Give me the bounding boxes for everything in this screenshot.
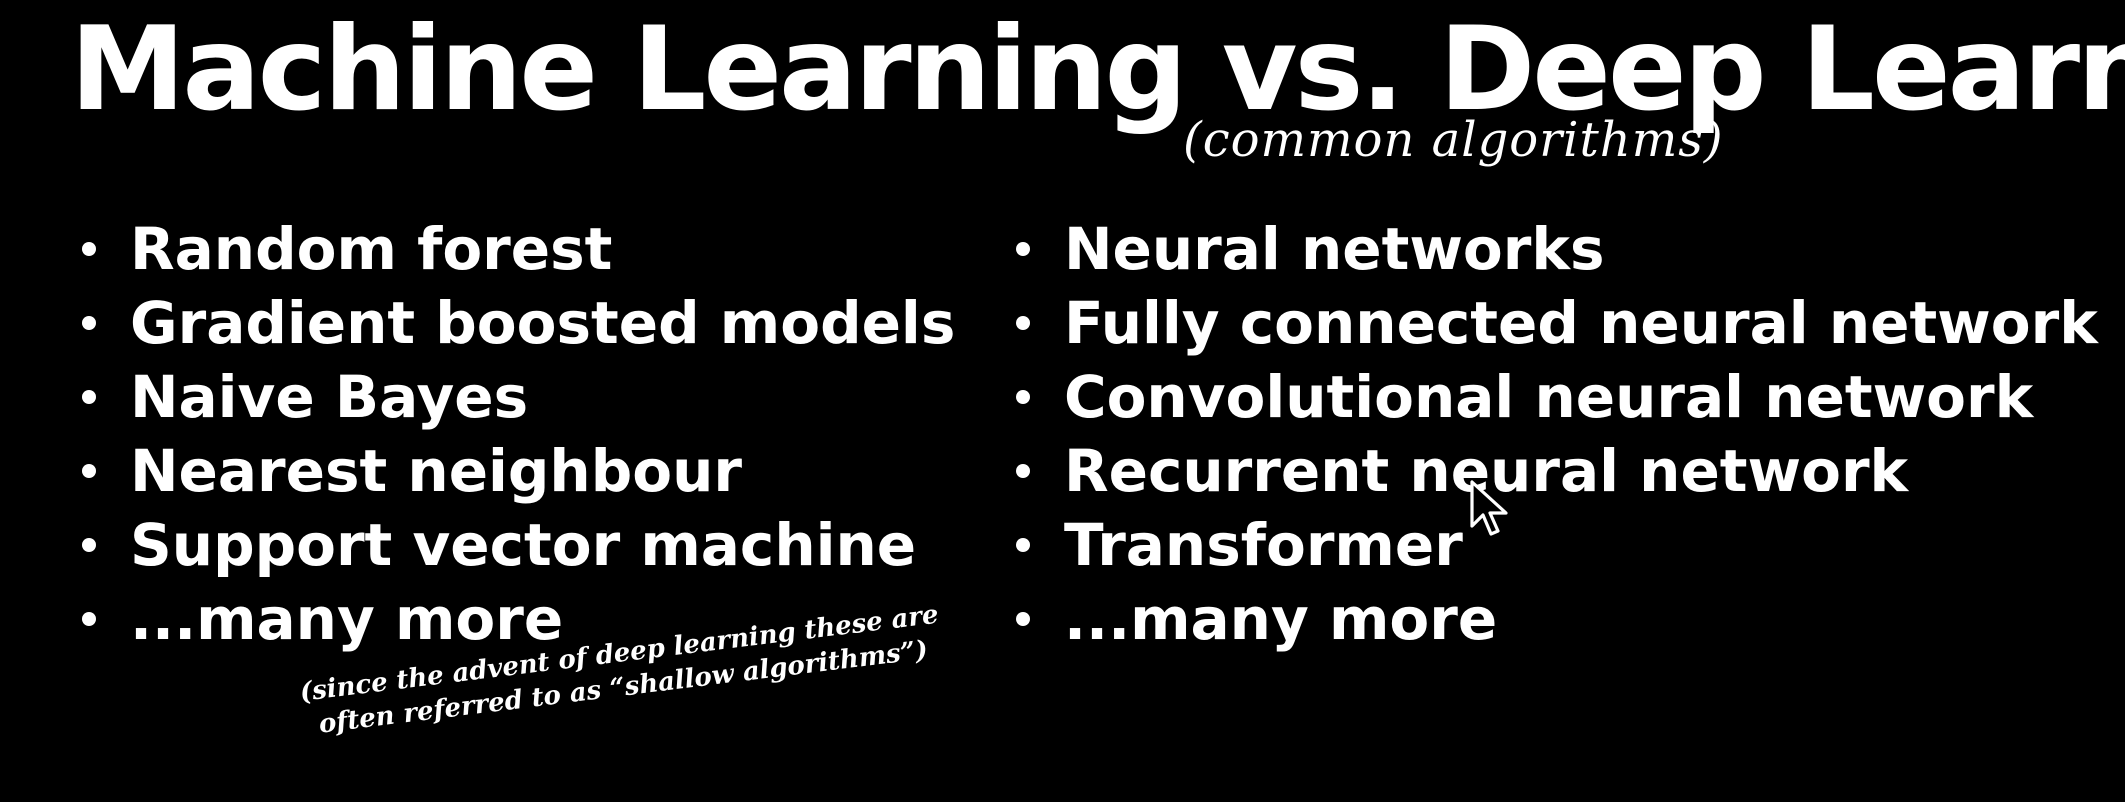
list-item: ...many more	[1016, 582, 2098, 656]
bullet-icon	[1016, 242, 1030, 256]
list-item: Neural networks	[1016, 212, 2098, 286]
bullet-icon	[1016, 464, 1030, 478]
list-item-label: Gradient boosted models	[130, 289, 956, 357]
mouse-pointer-icon	[1470, 480, 1508, 536]
list-item-label: Naive Bayes	[130, 363, 529, 431]
list-item-label: Random forest	[130, 215, 613, 283]
slide-subtitle: (common algorithms)	[1183, 112, 1724, 168]
bullet-icon	[1016, 538, 1030, 552]
slide: Machine Learning vs. Deep Learning (comm…	[0, 0, 2125, 802]
bullet-icon	[82, 464, 96, 478]
list-item-label: Neural networks	[1064, 215, 1605, 283]
list-item-label: Convolutional neural network	[1064, 363, 2034, 431]
list-item: Gradient boosted models	[82, 286, 955, 360]
bullet-icon	[1016, 316, 1030, 330]
list-item: Transformer	[1016, 508, 2098, 582]
list-item: Fully connected neural network	[1016, 286, 2098, 360]
list-item-label: Support vector machine	[130, 511, 917, 579]
list-item: Random forest	[82, 212, 955, 286]
bullet-icon	[1016, 390, 1030, 404]
list-item-label: ...many more	[1064, 585, 1498, 653]
bullet-icon	[82, 242, 96, 256]
bullet-icon	[82, 316, 96, 330]
list-item-label: Transformer	[1064, 511, 1463, 579]
list-item: Nearest neighbour	[82, 434, 955, 508]
deep-learning-list: Neural networks Fully connected neural n…	[1016, 212, 2098, 656]
list-item: Naive Bayes	[82, 360, 955, 434]
list-item-label: Fully connected neural network	[1064, 289, 2098, 357]
list-item: Convolutional neural network	[1016, 360, 2098, 434]
list-item-label: ...many more	[130, 585, 564, 653]
slide-title: Machine Learning vs. Deep Learning	[70, 2, 2125, 137]
bullet-icon	[82, 390, 96, 404]
list-item-label: Nearest neighbour	[130, 437, 742, 505]
bullet-icon	[1016, 612, 1030, 626]
list-item: Recurrent neural network	[1016, 434, 2098, 508]
bullet-icon	[82, 538, 96, 552]
list-item: Support vector machine	[82, 508, 955, 582]
bullet-icon	[82, 612, 96, 626]
machine-learning-list: Random forest Gradient boosted models Na…	[82, 212, 955, 656]
